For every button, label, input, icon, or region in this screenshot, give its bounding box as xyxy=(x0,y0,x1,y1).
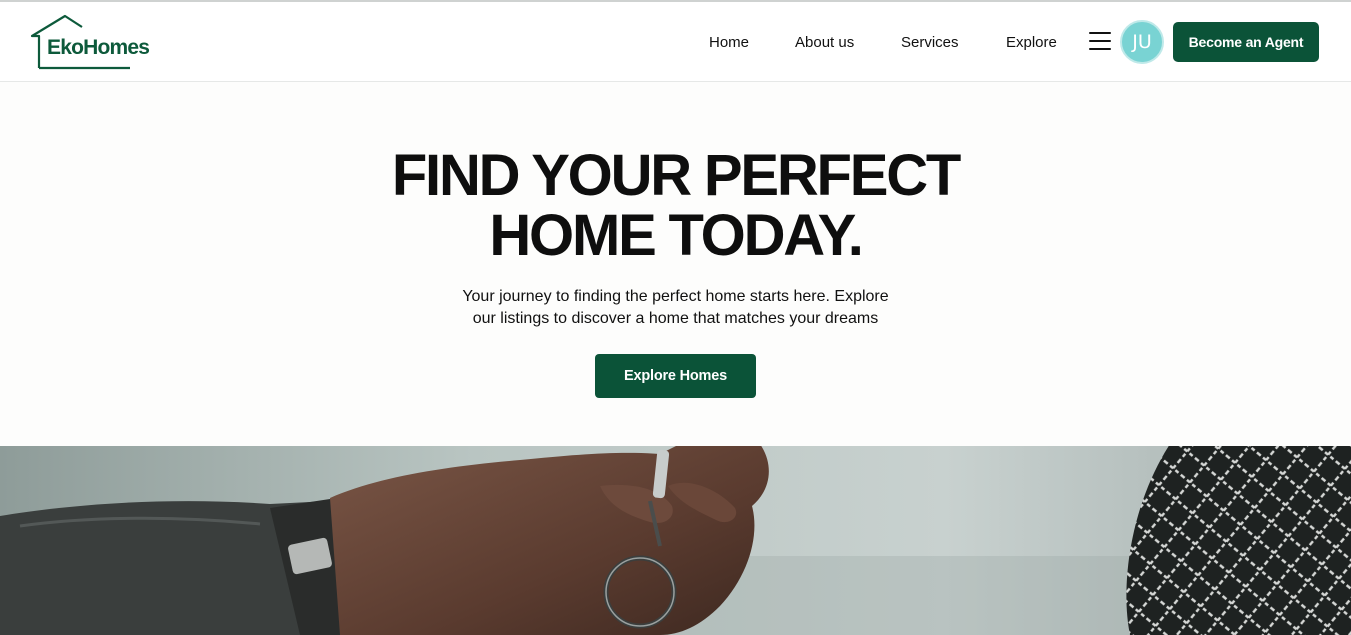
become-agent-button[interactable]: Become an Agent xyxy=(1173,22,1319,62)
hero-title-line-1: FIND YOUR PERFECT xyxy=(391,143,962,208)
hero-subtitle: Your journey to finding the perfect home… xyxy=(0,286,1351,330)
hero-title-line-2: HOME TODAY. xyxy=(489,203,863,268)
logo[interactable]: EkoHomes xyxy=(30,14,160,70)
logo-text: EkoHomes xyxy=(47,36,150,59)
hero-photo-key-handover xyxy=(0,446,1351,635)
avatar[interactable]: JU xyxy=(1120,20,1164,64)
nav-about-us[interactable]: About us xyxy=(795,34,854,51)
explore-homes-button[interactable]: Explore Homes xyxy=(595,354,756,398)
site-header: EkoHomes Home About us Services Explore … xyxy=(0,2,1351,82)
nav-home[interactable]: Home xyxy=(709,34,749,51)
hamburger-menu-icon[interactable] xyxy=(1089,32,1113,52)
nav-explore[interactable]: Explore xyxy=(1006,34,1057,51)
hero-subtitle-line-2: our listings to discover a home that mat… xyxy=(472,310,879,327)
hero-title: FIND YOUR PERFECT HOME TODAY. xyxy=(0,146,1351,266)
nav-services[interactable]: Services xyxy=(901,34,959,51)
hero-subtitle-line-1: Your journey to finding the perfect home… xyxy=(462,288,889,305)
